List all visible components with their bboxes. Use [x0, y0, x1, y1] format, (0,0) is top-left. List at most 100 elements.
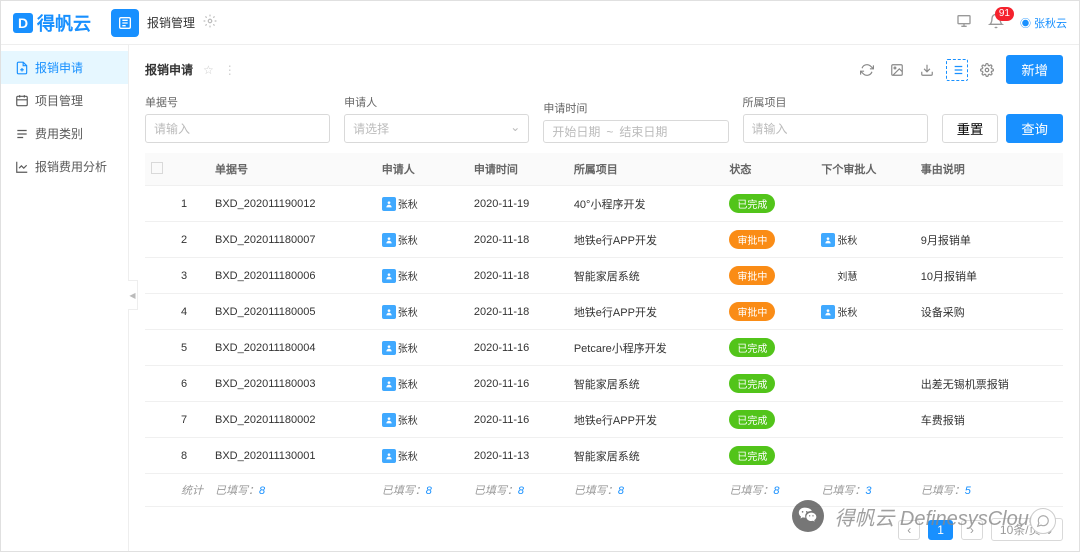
col-project: 所属项目 — [568, 153, 724, 186]
cell-applicant: 张秋 — [382, 448, 418, 463]
more-icon[interactable]: ⋮ — [224, 63, 236, 77]
cell-desc — [915, 438, 1063, 474]
col-applicant: 申请人 — [376, 153, 468, 186]
filter-label-docno: 单据号 — [145, 94, 330, 110]
cell-applicant: 张秋 — [382, 376, 418, 391]
status-badge: 已完成 — [729, 194, 775, 213]
table-row[interactable]: 2BXD_202011180007张秋2020-11-18地铁e行APP开发审批… — [145, 222, 1063, 258]
image-icon[interactable] — [886, 59, 908, 81]
list-view-icon[interactable] — [946, 59, 968, 81]
table-row[interactable]: 5BXD_202011180004张秋2020-11-16Petcare小程序开… — [145, 330, 1063, 366]
cell-applicant: 张秋 — [382, 196, 418, 211]
cell-date: 2020-11-16 — [468, 366, 568, 402]
table-row[interactable]: 4BXD_202011180005张秋2020-11-18地铁e行APP开发审批… — [145, 294, 1063, 330]
date-separator: ~ — [606, 125, 613, 139]
sidebar-label: 报销费用分析 — [35, 158, 107, 175]
cell-docno: BXD_202011180005 — [209, 294, 376, 330]
cell-date: 2020-11-18 — [468, 258, 568, 294]
cell-applicant: 张秋 — [382, 340, 418, 355]
collapse-sidebar[interactable]: ◀ — [128, 280, 138, 310]
app-icon — [111, 9, 139, 37]
cell-desc: 出差无锡机票报销 — [915, 366, 1063, 402]
star-icon[interactable]: ☆ — [203, 63, 214, 77]
wechat-icon — [792, 500, 824, 532]
chevron-down-icon: ⌄ — [510, 120, 520, 137]
settings-icon[interactable] — [976, 59, 998, 81]
sidebar-icon — [15, 61, 29, 75]
table-row[interactable]: 3BXD_202011180006张秋2020-11-18智能家居系统审批中刘刘… — [145, 258, 1063, 294]
end-date-input[interactable]: 结束日期 — [619, 123, 667, 140]
cell-desc — [915, 330, 1063, 366]
cell-docno: BXD_202011180003 — [209, 366, 376, 402]
main-content: 报销申请 ☆ ⋮ 新增 单据号 请输入 申请人 请选择⌄ 申请时间 — [129, 45, 1079, 551]
brand-logo[interactable]: D 得帆云 — [13, 10, 91, 36]
cell-docno: BXD_202011130001 — [209, 438, 376, 474]
next-approver: 刘刘慧 — [821, 268, 857, 283]
cell-applicant: 张秋 — [382, 304, 418, 319]
sidebar: 报销申请项目管理费用类别报销费用分析 — [1, 45, 129, 551]
next-approver: 张秋 — [821, 304, 857, 319]
filter-label-date: 申请时间 — [543, 100, 728, 116]
reset-button[interactable]: 重置 — [942, 114, 999, 143]
sidebar-label: 费用类别 — [35, 125, 83, 142]
cell-docno: BXD_202011180004 — [209, 330, 376, 366]
docno-input[interactable]: 请输入 — [145, 114, 330, 143]
col-next: 下个审批人 — [815, 153, 914, 186]
new-button[interactable]: 新增 — [1006, 55, 1063, 84]
cell-project: 地铁e行APP开发 — [568, 402, 724, 438]
gear-icon[interactable] — [203, 14, 217, 31]
refresh-icon[interactable] — [856, 59, 878, 81]
cell-desc: 9月报销单 — [915, 222, 1063, 258]
export-icon[interactable] — [916, 59, 938, 81]
cell-date: 2020-11-16 — [468, 330, 568, 366]
sidebar-icon — [15, 94, 29, 108]
sidebar-item-3[interactable]: 报销费用分析 — [1, 150, 128, 183]
cell-applicant: 张秋 — [382, 412, 418, 427]
sidebar-item-1[interactable]: 项目管理 — [1, 84, 128, 117]
project-input[interactable]: 请输入 — [743, 114, 928, 143]
table-row[interactable]: 6BXD_202011180003张秋2020-11-16智能家居系统已完成出差… — [145, 366, 1063, 402]
bell-icon[interactable] — [988, 13, 1004, 32]
cell-docno: BXD_202011190012 — [209, 186, 376, 222]
chat-bubble-icon[interactable] — [1030, 508, 1056, 534]
sidebar-item-2[interactable]: 费用类别 — [1, 117, 128, 150]
monitor-icon[interactable] — [956, 13, 972, 32]
user-menu[interactable]: ◉ 张秋云 — [1020, 15, 1067, 31]
col-docno: 单据号 — [209, 153, 376, 186]
table-row[interactable]: 1BXD_202011190012张秋2020-11-1940°小程序开发已完成 — [145, 186, 1063, 222]
col-date: 申请时间 — [468, 153, 568, 186]
cell-docno: BXD_202011180002 — [209, 402, 376, 438]
table-row[interactable]: 8BXD_202011130001张秋2020-11-13智能家居系统已完成 — [145, 438, 1063, 474]
col-desc: 事由说明 — [915, 153, 1063, 186]
status-badge: 已完成 — [729, 338, 775, 357]
sidebar-icon — [15, 127, 29, 141]
sidebar-label: 项目管理 — [35, 92, 83, 109]
page-title: 报销申请 — [145, 61, 193, 78]
brand-name: 得帆云 — [37, 10, 91, 36]
logo-icon: D — [13, 13, 33, 33]
cell-desc: 车费报销 — [915, 402, 1063, 438]
data-table: 单据号 申请人 申请时间 所属项目 状态 下个审批人 事由说明 1BXD_202… — [145, 153, 1063, 507]
status-badge: 审批中 — [729, 230, 775, 249]
filter-label-project: 所属项目 — [743, 94, 928, 110]
sidebar-item-0[interactable]: 报销申请 — [1, 51, 128, 84]
status-badge: 审批中 — [729, 266, 775, 285]
cell-docno: BXD_202011180006 — [209, 258, 376, 294]
status-badge: 审批中 — [729, 302, 775, 321]
cell-project: 40°小程序开发 — [568, 186, 724, 222]
cell-date: 2020-11-18 — [468, 294, 568, 330]
table-row[interactable]: 7BXD_202011180002张秋2020-11-16地铁e行APP开发已完… — [145, 402, 1063, 438]
app-switch[interactable]: 报销管理 — [111, 9, 217, 37]
select-all-checkbox[interactable] — [151, 162, 163, 174]
applicant-select[interactable]: 请选择⌄ — [344, 114, 529, 143]
topbar: D 得帆云 报销管理 ◉ 张秋云 — [1, 1, 1079, 45]
cell-docno: BXD_202011180007 — [209, 222, 376, 258]
cell-desc: 设备采购 — [915, 294, 1063, 330]
status-badge: 已完成 — [729, 374, 775, 393]
cell-desc: 10月报销单 — [915, 258, 1063, 294]
cell-project: 地铁e行APP开发 — [568, 222, 724, 258]
search-button[interactable]: 查询 — [1006, 114, 1063, 143]
cell-date: 2020-11-18 — [468, 222, 568, 258]
col-status: 状态 — [723, 153, 815, 186]
start-date-input[interactable]: 开始日期 — [552, 123, 600, 140]
